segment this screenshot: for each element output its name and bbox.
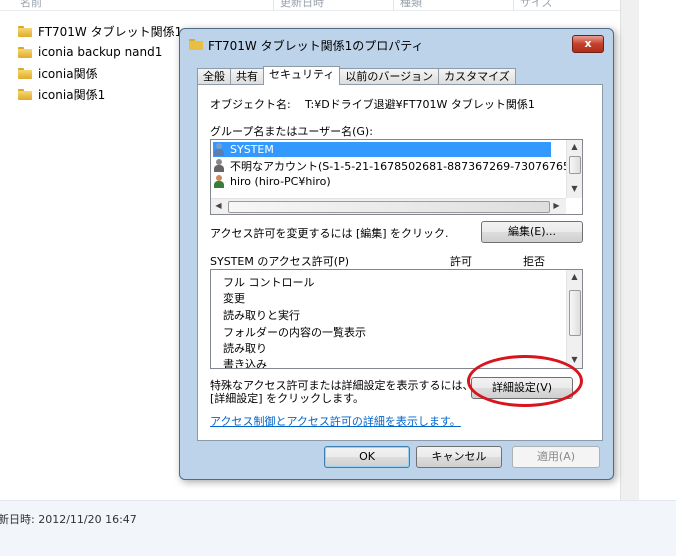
scroll-down-icon[interactable]: ▼: [567, 184, 582, 193]
tab-previous-versions[interactable]: 以前のバージョン: [339, 68, 440, 85]
properties-dialog: FT701W タブレット関係1のプロパティ x 全般 共有 セキュリティ 以前の…: [179, 28, 614, 480]
folder-icon: [189, 39, 203, 50]
users-group-icon: [213, 143, 226, 156]
scroll-up-icon[interactable]: ▲: [567, 142, 582, 151]
column-type[interactable]: 種類: [400, 0, 422, 10]
details-pane: 新日時: 2012/11/20 16:47: [0, 500, 676, 556]
file-name: iconia backup nand1: [38, 45, 163, 59]
list-item: フォルダーの内容の一覧表示: [223, 326, 366, 339]
user-list-hscroll[interactable]: ◀ ▶: [211, 198, 566, 214]
explorer-scrollbar[interactable]: [620, 0, 639, 500]
tab-sharing[interactable]: 共有: [230, 68, 264, 85]
permissions-label: SYSTEM のアクセス許可(P): [210, 255, 350, 268]
file-name: iconia関係: [38, 66, 98, 81]
highlight-ellipse: [467, 355, 583, 407]
permission-list[interactable]: フル コントロール 変更 読み取りと実行 フォルダーの内容の一覧表示 読み取り …: [210, 269, 583, 369]
access-control-help-link[interactable]: アクセス制御とアクセス許可の詳細を表示します。: [210, 413, 461, 429]
tab-security[interactable]: セキュリティ: [263, 66, 341, 85]
special-permissions-text-2: [詳細設定] をクリックします。: [210, 392, 364, 405]
folder-icon: [18, 25, 32, 37]
tab-bar: 全般 共有 セキュリティ 以前のバージョン カスタマイズ: [197, 66, 516, 85]
column-name[interactable]: 名前: [20, 0, 42, 10]
unknown-user-icon: [213, 159, 226, 172]
cancel-button[interactable]: キャンセル: [416, 446, 502, 468]
folder-icon: [18, 46, 32, 58]
scroll-up-icon[interactable]: ▲: [567, 272, 582, 281]
file-row[interactable]: iconia関係1: [18, 85, 105, 103]
scroll-thumb[interactable]: [569, 290, 581, 336]
list-item: 書き込み: [223, 358, 267, 369]
modified-date: 新日時: 2012/11/20 16:47: [0, 513, 137, 526]
folder-icon: [18, 67, 32, 79]
ok-button[interactable]: OK: [324, 446, 410, 468]
list-item: 変更: [223, 292, 245, 305]
user-name: SYSTEM: [230, 143, 274, 156]
tab-general[interactable]: 全般: [197, 68, 231, 85]
edit-button[interactable]: 編集(E)...: [481, 221, 583, 243]
apply-button[interactable]: 適用(A): [512, 446, 600, 468]
deny-column-label: 拒否: [523, 255, 545, 268]
tab-customize[interactable]: カスタマイズ: [438, 68, 516, 85]
list-item: 読み取り: [223, 342, 267, 355]
scroll-thumb[interactable]: [569, 156, 581, 174]
permission-list-vscroll[interactable]: ▲ ▼: [566, 270, 582, 368]
scroll-right-icon[interactable]: ▶: [549, 201, 564, 210]
column-size[interactable]: サイズ: [520, 0, 553, 10]
change-instructions: アクセス許可を変更するには [編集] をクリック.: [210, 227, 449, 240]
folder-icon: [18, 88, 32, 100]
scroll-thumb[interactable]: [228, 201, 550, 213]
dialog-title: FT701W タブレット関係1のプロパティ: [208, 39, 424, 53]
user-icon: [213, 175, 226, 188]
allow-column-label: 許可: [450, 255, 472, 268]
column-separator: [273, 0, 274, 10]
user-list[interactable]: SYSTEM 不明なアカウント(S-1-5-21-1678502681-8873…: [210, 139, 583, 215]
list-item[interactable]: SYSTEM: [213, 142, 551, 157]
list-item[interactable]: 不明なアカウント(S-1-5-21-1678502681-887367269-7…: [213, 158, 583, 173]
user-name: 不明なアカウント(S-1-5-21-1678502681-887367269-7…: [230, 159, 583, 173]
file-row[interactable]: iconia関係: [18, 64, 98, 82]
dialog-titlebar[interactable]: FT701W タブレット関係1のプロパティ x: [180, 29, 613, 59]
object-name-value: T:¥Dドライブ退避¥FT701W タブレット関係1: [305, 98, 535, 111]
file-name: FT701W タブレット関係1: [38, 24, 183, 39]
file-row[interactable]: FT701W タブレット関係1: [18, 22, 182, 40]
list-item[interactable]: hiro (hiro-PC¥hiro): [213, 174, 331, 189]
scroll-down-icon[interactable]: ▼: [567, 355, 582, 364]
file-name: iconia関係1: [38, 87, 106, 102]
close-button[interactable]: x: [572, 35, 604, 53]
column-header: 名前 更新日時 種類 サイズ: [0, 0, 620, 11]
group-label: グループ名またはユーザー名(G):: [210, 125, 373, 138]
column-modified[interactable]: 更新日時: [280, 0, 324, 10]
user-list-vscroll[interactable]: ▲ ▼: [566, 140, 582, 198]
list-item: フル コントロール: [223, 276, 315, 289]
column-separator: [513, 0, 514, 10]
user-name: hiro (hiro-PC¥hiro): [230, 175, 331, 188]
list-item: 読み取りと実行: [223, 309, 300, 322]
scroll-left-icon[interactable]: ◀: [211, 201, 226, 210]
object-name-label: オブジェクト名:: [210, 98, 291, 111]
column-separator: [393, 0, 394, 10]
file-row[interactable]: iconia backup nand1: [18, 43, 162, 61]
